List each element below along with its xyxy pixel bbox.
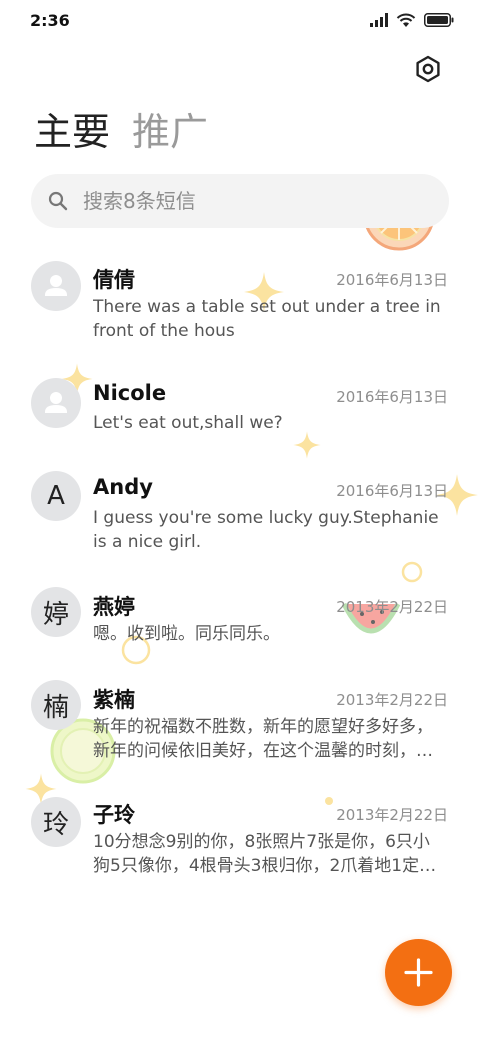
preview-line: 狗5只像你，4根骨头3根归你，2爪着地1定… [93, 856, 437, 876]
message-preview: 10分想念9别的你，8张照片7张是你，6只小 狗5只像你，4根骨头3根归你，2爪… [93, 830, 448, 878]
preview-line: 嗯。收到啦。同乐同乐。 [93, 624, 280, 644]
tab-primary[interactable]: 主要 [34, 108, 110, 156]
tab-bar: 主要 推广 [34, 108, 208, 156]
conversation-row[interactable]: Nicole 2016年6月13日 Let's eat out,shall we… [0, 366, 480, 466]
signal-icon [370, 13, 388, 27]
preview-line: There was a table set out under a tree i… [93, 297, 441, 317]
preview-line: 10分想念9别的你，8张照片7张是你，6只小 [93, 832, 430, 852]
plus-icon [404, 958, 433, 987]
status-time: 2:36 [30, 11, 70, 30]
conversation-row[interactable]: 婷 燕婷 2013年2月22日 嗯。收到啦。同乐同乐。 [0, 577, 480, 677]
message-date: 2016年6月13日 [336, 482, 448, 500]
conversation-row[interactable]: 玲 子玲 2013年2月22日 10分想念9别的你，8张照片7张是你，6只小 狗… [0, 785, 480, 885]
tab-promotions[interactable]: 推广 [132, 108, 208, 156]
avatar: 婷 [31, 587, 81, 637]
avatar: A [31, 471, 81, 521]
message-date: 2013年2月22日 [336, 806, 448, 824]
person-icon [45, 392, 67, 413]
avatar: 楠 [31, 680, 81, 730]
status-bar: 2:36 [0, 0, 480, 40]
wifi-icon [396, 13, 416, 27]
status-icons [370, 12, 454, 28]
message-date: 2016年6月13日 [336, 388, 448, 406]
message-date: 2016年6月13日 [336, 271, 448, 289]
message-preview: I guess you're some lucky guy.Stephanie … [93, 506, 448, 554]
message-preview: 嗯。收到啦。同乐同乐。 [93, 622, 448, 646]
contact-name: 紫楠 [93, 688, 135, 712]
battery-icon [424, 13, 454, 27]
message-date: 2013年2月22日 [336, 598, 448, 616]
avatar-letter: 楠 [42, 692, 69, 723]
contact-name: Nicole [93, 381, 167, 405]
conversation-row[interactable]: A Andy 2016年6月13日 I guess you're some lu… [0, 461, 480, 561]
message-preview: There was a table set out under a tree i… [93, 295, 448, 343]
conversation-row[interactable]: 倩倩 2016年6月13日 There was a table set out … [0, 250, 480, 350]
avatar-letter: A [47, 481, 65, 511]
avatar [31, 261, 81, 311]
contact-name: Andy [93, 475, 153, 499]
preview-line: I guess you're some lucky guy.Stephanie [93, 508, 439, 528]
contact-name: 燕婷 [93, 595, 135, 619]
preview-line: front of the hous [93, 321, 235, 341]
contact-name: 子玲 [93, 803, 135, 827]
search-placeholder: 搜索8条短信 [83, 189, 196, 213]
search-bar[interactable]: 搜索8条短信 [31, 174, 449, 228]
preview-line: 新年的问候依旧美好，在这个温馨的时刻，… [93, 741, 433, 761]
message-preview: Let's eat out,shall we? [93, 411, 448, 435]
message-preview: 新年的祝福数不胜数，新年的愿望好多好多， 新年的问候依旧美好，在这个温馨的时刻，… [93, 715, 448, 763]
contact-name: 倩倩 [93, 268, 135, 292]
compose-button[interactable] [385, 939, 452, 1006]
conversation-row[interactable]: 楠 紫楠 2013年2月22日 新年的祝福数不胜数，新年的愿望好多好多， 新年的… [0, 670, 480, 770]
message-date: 2013年2月22日 [336, 691, 448, 709]
preview-line: is a nice girl. [93, 532, 202, 552]
person-icon [45, 275, 67, 296]
avatar-letter: 婷 [42, 599, 69, 630]
avatar-letter: 玲 [42, 809, 69, 840]
preview-line: Let's eat out,shall we? [93, 413, 283, 433]
settings-gear-icon[interactable] [413, 54, 443, 84]
search-icon [48, 191, 68, 211]
avatar [31, 378, 81, 428]
preview-line: 新年的祝福数不胜数，新年的愿望好多好多， [93, 717, 433, 737]
avatar: 玲 [31, 797, 81, 847]
